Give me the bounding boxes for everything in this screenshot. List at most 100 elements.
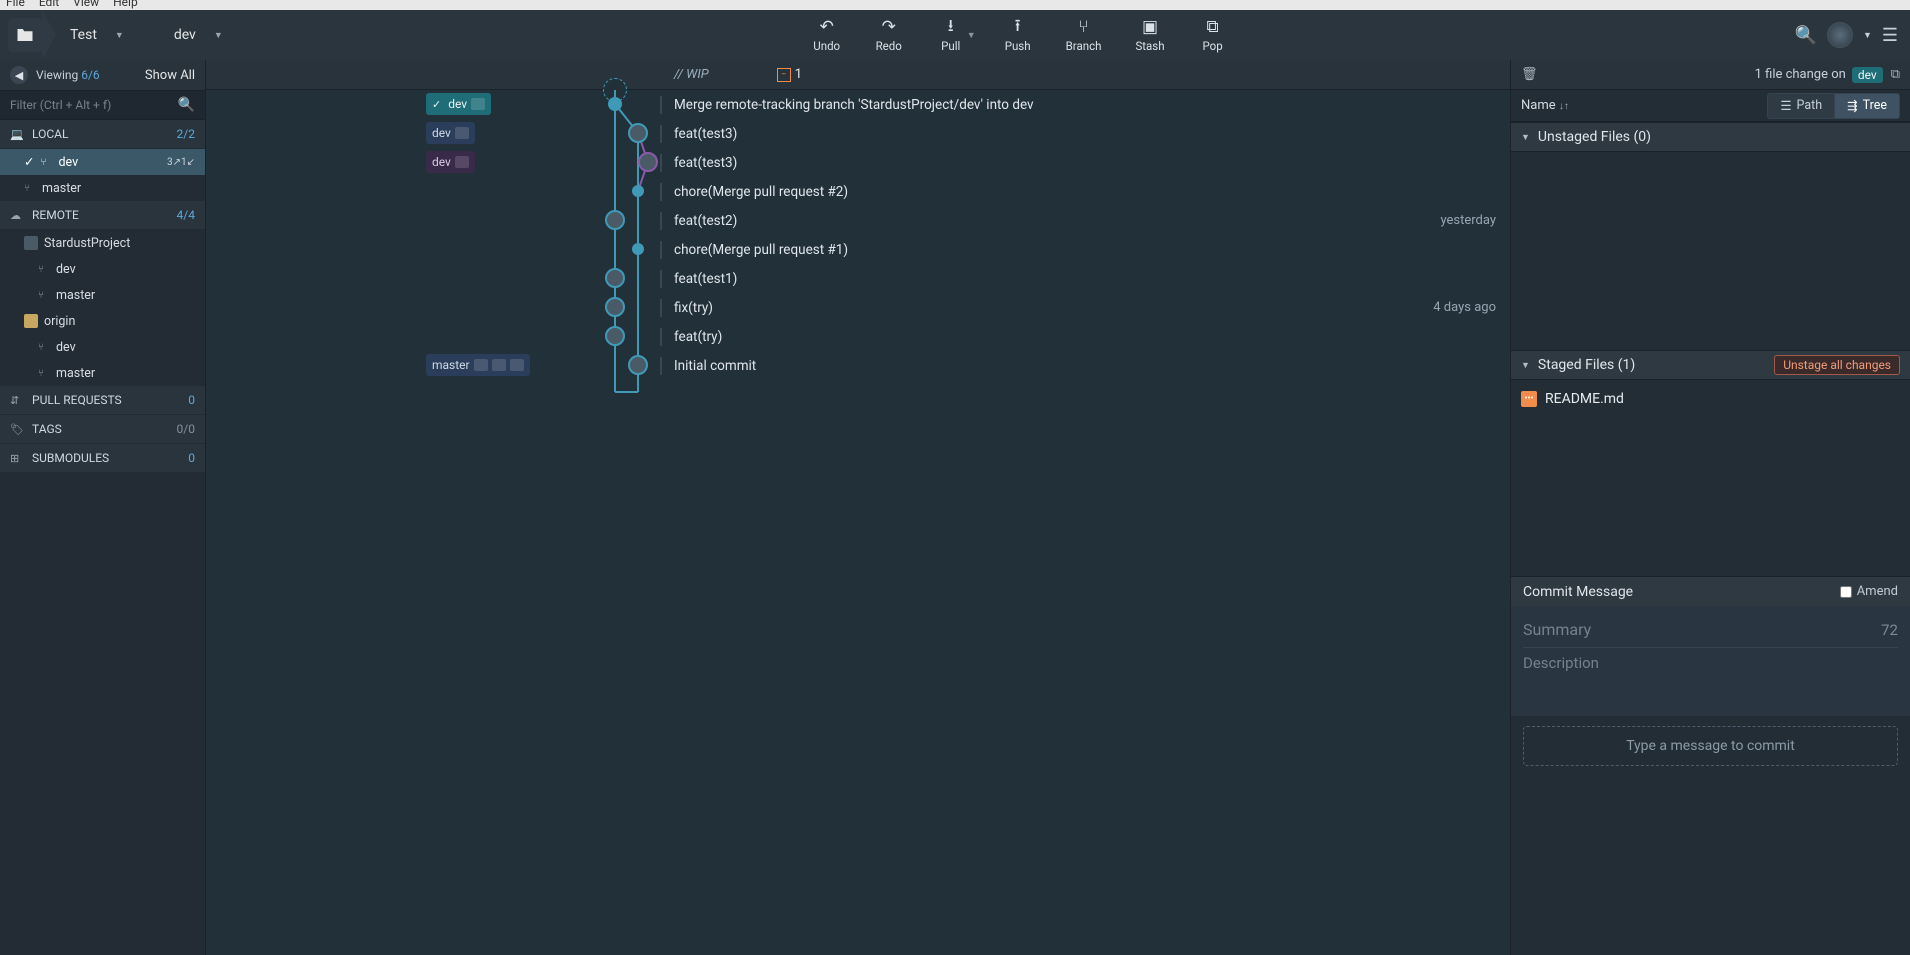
commit-row[interactable]: feat(test2)yesterday [206, 206, 1510, 235]
description-input[interactable] [1523, 654, 1898, 702]
view-tree-toggle[interactable]: ⇶Tree [1835, 93, 1900, 119]
sort-name-label[interactable]: Name ↓↑ [1521, 98, 1569, 113]
viewing-label: Viewing 6/6 [36, 68, 100, 82]
trash-icon[interactable]: 🗑 [1521, 67, 1538, 82]
section-tags[interactable]: 🏷 TAGS 0/0 [0, 415, 205, 444]
commit-row[interactable]: feat(test3) [206, 148, 1510, 177]
pop-icon: ⧉ [1206, 17, 1218, 37]
commit-row[interactable]: Initial commit [206, 351, 1510, 380]
staged-header[interactable]: ▼ Staged Files (1) Unstage all changes [1511, 350, 1910, 380]
show-all-button[interactable]: Show All [145, 68, 195, 83]
branch-icon: ⑂ [40, 157, 52, 168]
branch-icon: ⑂ [24, 183, 36, 194]
branch-icon: ⑂ [1078, 17, 1088, 37]
remote-icon [24, 236, 38, 250]
breadcrumb-branch[interactable]: dev▼ [164, 10, 245, 60]
commit-row[interactable]: feat(try) [206, 322, 1510, 351]
pull-icon: ⭳ [948, 17, 954, 37]
remote-stardust-dev[interactable]: ⑂dev [0, 256, 205, 282]
modified-icon: ••• [1521, 391, 1537, 407]
pull-request-icon: ⇵ [10, 394, 26, 407]
local-branch-master[interactable]: ⑂ master [0, 175, 205, 201]
repo-folder-icon[interactable] [8, 18, 42, 52]
tag-icon: 🏷 [10, 423, 26, 436]
push-button[interactable]: ⭱Push [994, 13, 1042, 57]
unstaged-header[interactable]: ▼ Unstaged Files (0) [1511, 122, 1910, 152]
unstaged-files-list [1511, 152, 1910, 350]
list-icon: ☰ [1780, 98, 1791, 114]
avatar[interactable] [1827, 22, 1853, 48]
remote-origin[interactable]: origin [0, 308, 205, 334]
branch-icon: ⑂ [38, 368, 50, 379]
commit-row[interactable]: Merge remote-tracking branch 'StardustPr… [206, 90, 1510, 119]
chevron-down-icon: ▼ [214, 30, 223, 41]
hamburger-icon[interactable]: ☰ [1882, 25, 1898, 46]
tree-icon: ⇶ [1847, 98, 1857, 114]
chevron-down-icon: ▼ [1521, 132, 1530, 143]
branch-tag[interactable]: master [426, 354, 530, 376]
section-remote[interactable]: ☁ REMOTE 4/4 [0, 201, 205, 230]
section-local[interactable]: 💻 LOCAL 2/2 [0, 120, 205, 149]
char-count: 72 [1881, 621, 1898, 639]
section-submodules[interactable]: ⊞ SUBMODULES 0 [0, 444, 205, 473]
commit-row[interactable]: chore(Merge pull request #1) [206, 235, 1510, 264]
commit-message-label: Commit Message [1523, 584, 1633, 600]
commit-button[interactable]: Type a message to commit [1523, 726, 1898, 766]
search-icon[interactable]: 🔍 [178, 97, 195, 113]
amend-checkbox[interactable]: Amend [1840, 584, 1898, 599]
staged-files-list: ••• README.md [1511, 380, 1910, 576]
search-icon[interactable]: 🔍 [1795, 25, 1817, 46]
pull-dropdown-icon[interactable]: ▼ [967, 30, 976, 41]
chevron-down-icon: ▼ [115, 30, 124, 41]
branch-button[interactable]: ⑂Branch [1056, 13, 1112, 57]
avatar-dropdown-icon[interactable]: ▼ [1863, 30, 1872, 41]
back-button[interactable]: ◀ [10, 66, 28, 84]
pop-button[interactable]: ⧉Pop [1189, 13, 1237, 57]
section-pull-requests[interactable]: ⇵ PULL REQUESTS 0 [0, 386, 205, 415]
remote-origin-master[interactable]: ⑂master [0, 360, 205, 386]
wip-file-count: − 1 [777, 67, 802, 82]
commit-graph: // WIP − 1 [206, 60, 1510, 955]
stash-button[interactable]: ▣Stash [1125, 13, 1174, 57]
unstage-all-button[interactable]: Unstage all changes [1774, 355, 1900, 375]
remote-stardust[interactable]: StardustProject [0, 230, 205, 256]
menu-edit[interactable]: Edit [39, 0, 59, 9]
sidebar: ◀ Viewing 6/6 Show All 🔍 💻 LOCAL 2/2 ✓⑂ … [0, 60, 206, 955]
remote-stardust-master[interactable]: ⑂master [0, 282, 205, 308]
branch-tag[interactable]: dev [426, 93, 491, 115]
undo-icon: ↶ [820, 17, 834, 37]
chevron-down-icon: ▼ [1521, 360, 1530, 371]
commit-row[interactable]: fix(try)4 days ago [206, 293, 1510, 322]
breadcrumb-repo[interactable]: Test▼ [60, 10, 146, 60]
right-panel: 🗑 1 file change on dev ⧉ Name ↓↑ ☰Path ⇶… [1510, 60, 1910, 955]
cloud-icon: ☁ [10, 209, 26, 222]
remote-icon [24, 314, 38, 328]
push-icon: ⭱ [1015, 17, 1021, 37]
undo-button[interactable]: ↶Undo [803, 13, 851, 57]
local-branch-dev[interactable]: ✓⑂ dev 3↗1↙ [0, 149, 205, 175]
branch-icon: ⑂ [38, 264, 50, 275]
summary-input[interactable] [1523, 620, 1881, 639]
menu-view[interactable]: View [73, 0, 99, 9]
menu-file[interactable]: File [6, 0, 25, 9]
staged-file[interactable]: ••• README.md [1521, 386, 1900, 412]
branch-tag[interactable]: dev [426, 122, 475, 144]
sort-icon: ↓↑ [1559, 101, 1569, 112]
commit-row[interactable]: feat(test1) [206, 264, 1510, 293]
branch-tag[interactable]: dev [426, 151, 475, 173]
commit-row[interactable]: feat(test3) [206, 119, 1510, 148]
popout-icon[interactable]: ⧉ [1891, 67, 1900, 82]
view-path-toggle[interactable]: ☰Path [1767, 93, 1835, 119]
stash-icon: ▣ [1142, 17, 1158, 37]
filter-input[interactable] [10, 98, 178, 112]
branch-icon: ⑂ [38, 290, 50, 301]
branch-badge: dev [1852, 67, 1883, 83]
remote-origin-dev[interactable]: ⑂dev [0, 334, 205, 360]
commit-row[interactable]: chore(Merge pull request #2) [206, 177, 1510, 206]
menubar: File Edit View Help [0, 0, 1910, 10]
submodule-icon: ⊞ [10, 452, 26, 465]
redo-icon: ↷ [882, 17, 896, 37]
wip-label: // WIP [674, 67, 709, 82]
menu-help[interactable]: Help [113, 0, 138, 9]
redo-button[interactable]: ↷Redo [865, 13, 913, 57]
